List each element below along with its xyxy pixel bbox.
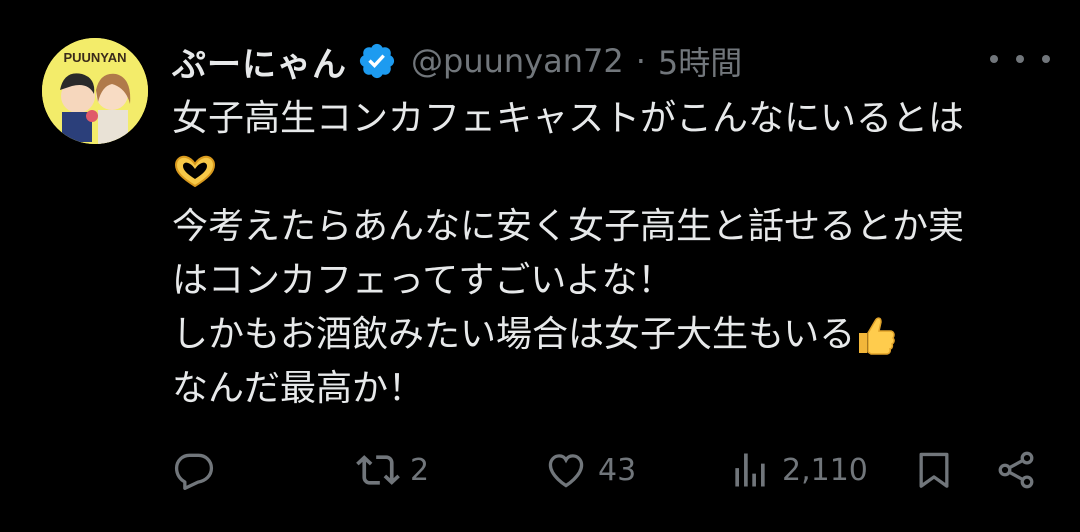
action-bar: 2 43 2,110 [172,442,1042,498]
tweet-line: 女子高生コンカフェキャストがこんなにいるとは [172,98,965,139]
avatar[interactable]: PUUNYAN [42,38,148,144]
reply-icon [174,453,214,490]
heart-hands-emoji [174,155,216,188]
verified-badge-icon [359,43,395,79]
bookmark-icon [919,452,949,488]
views-count: 2,110 [782,452,868,488]
tweet-text: 女子高生コンカフェキャストがこんなにいるとは 今考えたらあんなに安く女子高生と話… [172,92,1052,416]
user-handle[interactable]: @puunyan72 [411,42,624,80]
tweet-line-text: しかもお酒飲みたい場合は女子大生もいる [172,314,856,355]
tweet-header: ぷーにゃん @puunyan72 · 5時間 [172,36,742,86]
tweet-line [172,146,1052,200]
retweet-icon [356,455,400,485]
avatar-text: PUUNYAN [63,50,126,65]
tweet-line: しかもお酒飲みたい場合は女子大生もいる [172,308,1052,362]
separator-dot: · [635,42,646,80]
share-button[interactable] [994,442,1038,498]
retweet-count: 2 [410,452,430,488]
reply-button[interactable] [172,442,216,498]
like-button[interactable]: 43 [544,442,636,498]
tweet-line: 今考えたらあんなに安く女子高生と話せるとか実 [172,206,965,247]
tweet-line: はコンカフェってすごいよな！ [172,260,674,301]
bookmark-button[interactable] [912,442,956,498]
heart-icon [548,454,584,488]
more-options-icon[interactable] [990,44,1050,74]
display-name[interactable]: ぷーにゃん [172,37,347,86]
views-icon [735,453,765,487]
avatar-illustration: PUUNYAN [42,38,148,144]
views-button[interactable]: 2,110 [728,442,868,498]
tweet-line: なんだ最高か！ [172,368,425,409]
share-icon [998,451,1034,489]
retweet-button[interactable]: 2 [356,442,429,498]
thumbs-up-emoji [859,317,896,355]
timestamp[interactable]: 5時間 [658,38,742,84]
like-count: 43 [598,452,637,488]
